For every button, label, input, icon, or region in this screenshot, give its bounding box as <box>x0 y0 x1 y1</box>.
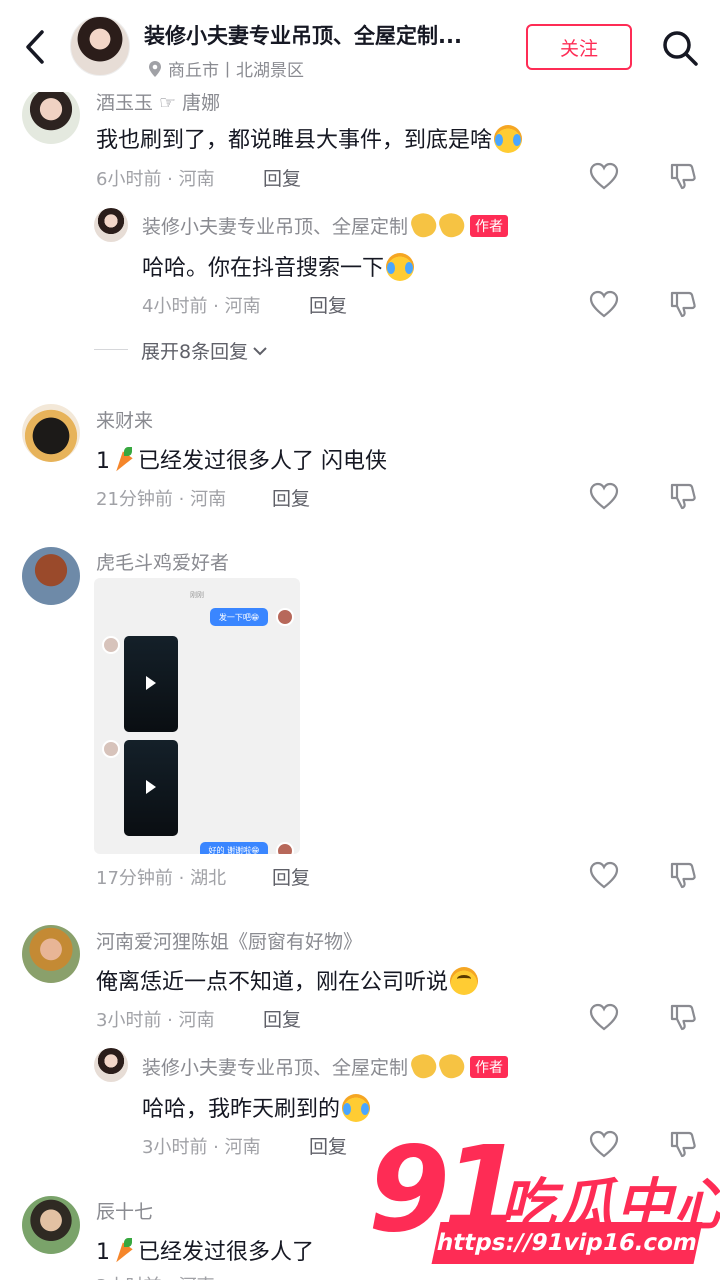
comment-username[interactable]: 酒玉玉 ☞ 唐娜 <box>96 88 220 115</box>
comment-time-location: 6小时前 · 河南 <box>96 169 215 190</box>
avatar <box>102 636 120 654</box>
watermark-brand: 吃瓜中心 <box>500 1173 720 1238</box>
smile-emoji-icon <box>450 967 479 995</box>
avatar <box>102 740 120 758</box>
clap-emoji-icon <box>408 1050 440 1082</box>
like-heart-icon[interactable] <box>589 290 619 318</box>
clap-emoji-icon <box>436 209 468 241</box>
avatar <box>276 842 294 854</box>
location-text: 商丘市丨北湖景区 <box>168 61 304 81</box>
reply-button[interactable]: 回复 <box>272 863 310 890</box>
comment-username[interactable]: 河南爱河狸陈姐《厨窗有好物》 <box>96 927 362 954</box>
search-icon[interactable] <box>660 28 700 68</box>
reply-username[interactable]: 装修小夫妻专业吊顶、全屋定制 作者 <box>142 209 509 241</box>
reply-text: 哈哈，我昨天刷到的 <box>142 1091 371 1123</box>
comment-username[interactable]: 虎毛斗鸡爱好者 <box>96 548 229 575</box>
expand-replies-button[interactable]: 展开8条回复 <box>141 337 268 364</box>
author-avatar[interactable] <box>70 16 130 76</box>
avatar[interactable] <box>22 86 80 144</box>
dislike-icon[interactable] <box>668 860 698 890</box>
divider <box>94 349 128 350</box>
comment-text: 我也刷到了，都说睢县大事件，到底是啥 <box>96 122 523 154</box>
avatar[interactable] <box>22 547 80 605</box>
comment-text: 1 已经发过很多人了 <box>96 1238 315 1265</box>
reply-button[interactable]: 回复 <box>309 1132 347 1159</box>
chat-screenshot-image[interactable]: 刚刚 发一下吧😁 好的 谢谢啦😁 <box>94 578 300 854</box>
back-arrow-icon[interactable] <box>20 28 50 66</box>
reply-button[interactable]: 回复 <box>263 1005 301 1032</box>
reply-time-location: 4小时前 · 河南 <box>142 296 261 317</box>
reply-time-location: 3小时前 · 河南 <box>142 1137 261 1158</box>
watermark-url: https://91vip16.com <box>431 1222 703 1264</box>
location-pin-icon <box>149 60 161 77</box>
comment-username[interactable]: 来财来 <box>96 406 153 433</box>
like-heart-icon[interactable] <box>589 1130 619 1158</box>
author-badge: 作者 <box>470 215 509 237</box>
reply-button[interactable]: 回复 <box>309 291 347 318</box>
comment-time-location: 21分钟前 · 河南 <box>96 489 227 510</box>
reply-button[interactable]: 回复 <box>272 484 310 511</box>
comment-text: 俺离恁近一点不知道，刚在公司听说 <box>96 964 479 996</box>
video-thumbnail <box>124 636 178 732</box>
like-heart-icon[interactable] <box>589 861 619 889</box>
follow-button[interactable]: 关注 <box>526 24 632 70</box>
laugh-cry-emoji-icon <box>386 253 415 281</box>
laugh-cry-emoji-icon <box>342 1094 371 1122</box>
chevron-down-icon <box>253 346 267 355</box>
reply-button[interactable]: 回复 <box>263 164 301 191</box>
laugh-cry-emoji-icon <box>494 125 523 153</box>
top-bar: 装修小夫妻专业吊顶、全屋定制... 商丘市丨北湖景区 关注 <box>0 0 720 92</box>
dislike-icon[interactable] <box>668 161 698 191</box>
dislike-icon[interactable] <box>668 289 698 319</box>
carrot-emoji-icon <box>112 1238 136 1264</box>
avatar[interactable] <box>22 925 80 983</box>
chat-bubble: 好的 谢谢啦😁 <box>200 842 268 854</box>
comment-time-location: 3小时前 · 河南 <box>96 1010 215 1031</box>
avatar[interactable] <box>94 1048 128 1082</box>
dislike-icon[interactable] <box>668 1129 698 1159</box>
author-badge: 作者 <box>470 1056 509 1078</box>
comment-time-location: 3小时前 · 河南 <box>96 1272 215 1280</box>
avatar[interactable] <box>22 1196 80 1254</box>
video-thumbnail <box>124 740 178 836</box>
avatar[interactable] <box>22 404 80 462</box>
like-heart-icon[interactable] <box>589 482 619 510</box>
attachment-time-text: 刚刚 <box>190 591 204 599</box>
clap-emoji-icon <box>408 209 440 241</box>
comment-text: 1 已经发过很多人了 闪电侠 <box>96 447 387 474</box>
comment-time-location: 17分钟前 · 湖北 <box>96 868 227 889</box>
avatar[interactable] <box>94 208 128 242</box>
carrot-emoji-icon <box>112 447 136 473</box>
reply-text: 哈哈。你在抖音搜索一下 <box>142 250 415 282</box>
comment-username[interactable]: 辰十七 <box>96 1197 153 1224</box>
avatar <box>276 608 294 626</box>
like-heart-icon[interactable] <box>589 162 619 190</box>
like-heart-icon[interactable] <box>589 1003 619 1031</box>
watermark-number: 91 <box>368 1120 524 1258</box>
reply-username[interactable]: 装修小夫妻专业吊顶、全屋定制 作者 <box>142 1050 509 1082</box>
dislike-icon[interactable] <box>668 1002 698 1032</box>
location-line[interactable]: 商丘市丨北湖景区 <box>148 56 304 81</box>
dislike-icon[interactable] <box>668 481 698 511</box>
clap-emoji-icon <box>436 1050 468 1082</box>
account-title[interactable]: 装修小夫妻专业吊顶、全屋定制... <box>144 20 462 50</box>
chat-bubble: 发一下吧😁 <box>210 608 268 626</box>
